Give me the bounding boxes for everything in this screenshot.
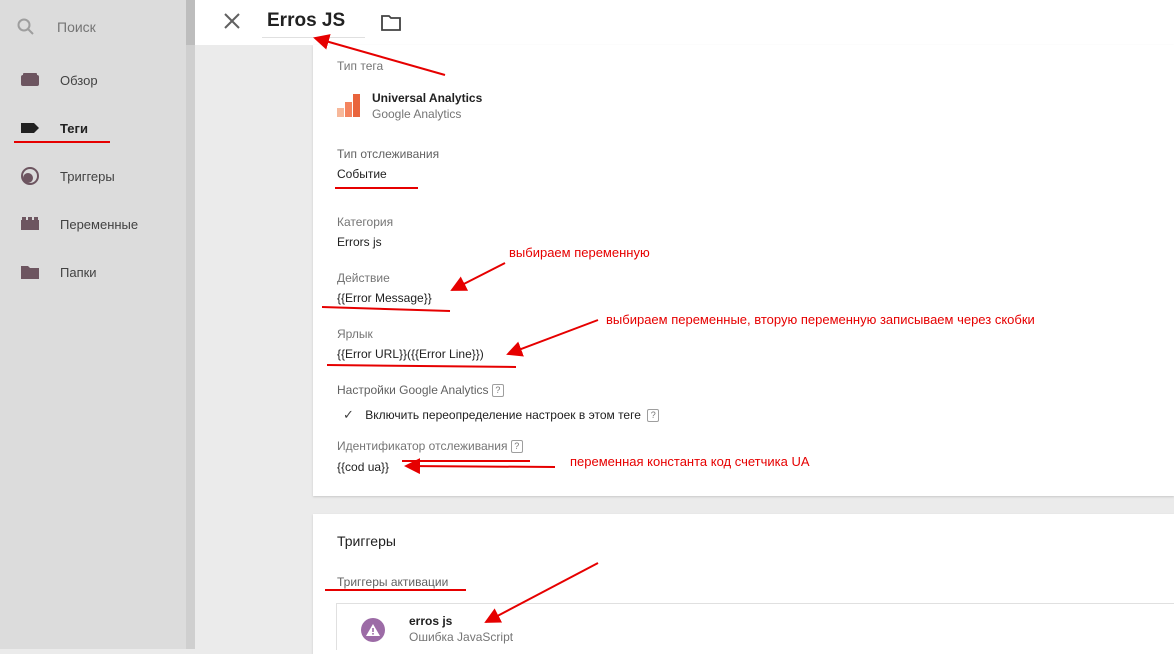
sidebar-search[interactable]: Поиск	[16, 14, 96, 40]
sidebar-item-variables[interactable]: Переменные	[20, 212, 138, 236]
title-underline	[262, 37, 365, 38]
close-icon[interactable]	[222, 11, 242, 31]
sidebar-item-label: Триггеры	[60, 168, 115, 184]
annotation-note-label: выбираем переменные, вторую переменную з…	[606, 312, 1035, 327]
category-value: Errors js	[337, 235, 382, 249]
label-field-value: {{Error URL}}({{Error Line}})	[337, 347, 484, 361]
folder-icon[interactable]	[381, 13, 401, 33]
google-analytics-icon	[337, 94, 360, 117]
label-field-label: Ярлык	[337, 327, 373, 341]
overview-icon	[20, 70, 40, 90]
override-checkbox[interactable]: ✓ Включить переопределение настроек в эт…	[343, 407, 660, 423]
js-error-trigger-icon	[361, 618, 385, 642]
action-value: {{Error Message}}	[337, 291, 432, 305]
sidebar-item-triggers[interactable]: Триггеры	[20, 164, 115, 188]
track-type-value: Событие	[337, 167, 387, 181]
sidebar-scrollbar-thumb[interactable]	[186, 0, 195, 45]
help-icon[interactable]: ?	[647, 409, 660, 423]
tag-type-name: Universal Analytics	[372, 91, 483, 105]
search-label: Поиск	[57, 19, 96, 35]
sidebar-scrollbar-track[interactable]	[186, 0, 195, 649]
sidebar-item-label: Теги	[60, 120, 88, 136]
action-label: Действие	[337, 271, 390, 285]
tag-icon	[20, 118, 40, 138]
variables-icon	[20, 214, 40, 234]
override-label: Включить переопределение настроек в этом…	[365, 408, 641, 422]
sidebar-item-label: Обзор	[60, 72, 98, 88]
check-icon: ✓	[343, 407, 354, 422]
category-label: Категория	[337, 215, 394, 229]
firing-triggers-label: Триггеры активации	[337, 575, 449, 589]
search-icon	[17, 18, 34, 35]
sidebar-item-tags[interactable]: Теги	[20, 116, 88, 140]
sidebar-item-label: Папки	[60, 264, 97, 280]
tracking-id-label: Идентификатор отслеживания ?	[337, 439, 523, 454]
tracking-id-text: Идентификатор отслеживания	[337, 439, 508, 453]
sidebar-item-label: Переменные	[60, 216, 139, 232]
tag-type-label: Тип тега	[337, 59, 384, 73]
sidebar-item-overview[interactable]: Обзор	[20, 68, 98, 92]
track-type-label: Тип отслеживания	[337, 147, 440, 161]
folder-icon	[20, 262, 40, 282]
trigger-icon	[20, 166, 40, 186]
sidebar-item-folders[interactable]: Папки	[20, 260, 97, 284]
sidebar	[0, 0, 186, 649]
trigger-type: Ошибка JavaScript	[409, 630, 514, 644]
warning-icon	[366, 624, 380, 636]
trigger-name[interactable]: erros js	[409, 614, 452, 628]
help-icon[interactable]: ?	[510, 440, 523, 454]
ga-settings-text: Настройки Google Analytics	[337, 383, 489, 397]
tracking-id-value: {{cod ua}}	[337, 460, 390, 474]
annotation-note-tracking: переменная константа код счетчика UA	[570, 454, 810, 469]
help-icon[interactable]: ?	[491, 384, 504, 398]
annotation-note-action: выбираем переменную	[509, 245, 650, 260]
ga-settings-label: Настройки Google Analytics ?	[337, 383, 504, 398]
tag-name-title[interactable]: Erros JS	[267, 10, 345, 32]
triggers-title: Триггеры	[337, 533, 396, 549]
tag-type-vendor: Google Analytics	[372, 107, 462, 121]
